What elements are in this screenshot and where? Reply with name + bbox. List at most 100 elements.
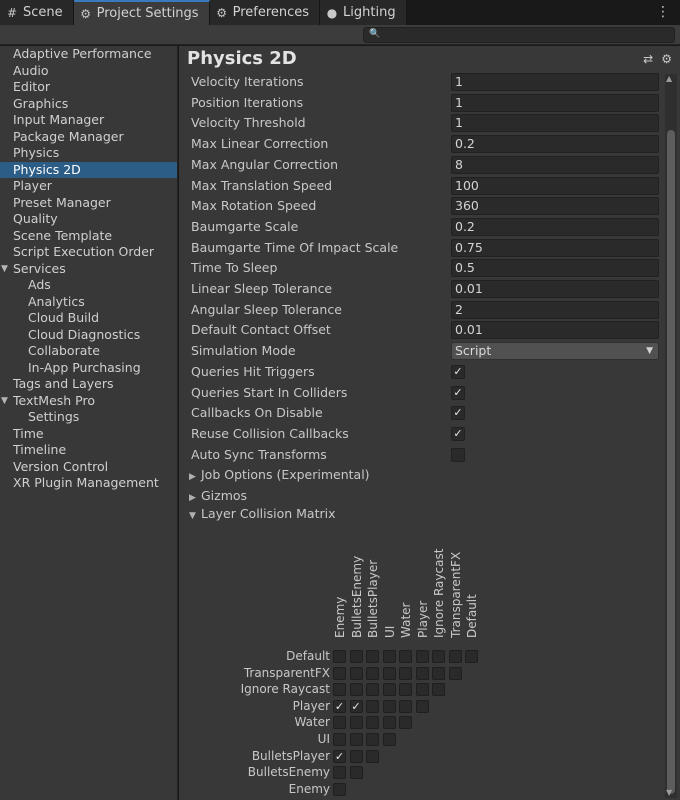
matrix-cell-checkbox[interactable] xyxy=(366,650,379,663)
matrix-cell-checkbox[interactable] xyxy=(465,650,478,663)
sidebar-item-graphics[interactable]: Graphics xyxy=(0,96,177,113)
time-to-sleep-field[interactable]: 0.5 xyxy=(451,259,659,278)
matrix-cell-checkbox[interactable] xyxy=(366,666,379,680)
baumgarte-time-of-impact-scale-field[interactable]: 0.75 xyxy=(451,238,659,257)
matrix-cell-checkbox[interactable] xyxy=(399,666,412,680)
angular-sleep-tolerance-field[interactable]: 2 xyxy=(451,300,659,319)
matrix-cell-checkbox[interactable] xyxy=(382,666,396,680)
matrix-cell-checkbox[interactable] xyxy=(349,733,363,746)
matrix-cell-checkbox[interactable] xyxy=(415,666,429,680)
matrix-cell-checkbox[interactable] xyxy=(399,650,412,663)
sidebar-item-physics[interactable]: Physics xyxy=(0,145,177,162)
matrix-cell-checkbox[interactable] xyxy=(333,782,346,796)
sidebar-item-editor[interactable]: Editor xyxy=(0,79,177,96)
sidebar-item-input-manager[interactable]: Input Manager xyxy=(0,112,177,129)
matrix-cell-checkbox[interactable] xyxy=(333,766,346,780)
sidebar-item-preset-manager[interactable]: Preset Manager xyxy=(0,195,177,212)
sidebar-item-cloud-build[interactable]: Cloud Build xyxy=(0,310,177,327)
auto-sync-transforms-checkbox[interactable] xyxy=(451,447,465,462)
max-translation-speed-field[interactable]: 100 xyxy=(451,176,659,195)
sidebar-item-physics-2d[interactable]: Physics 2D xyxy=(0,161,177,178)
matrix-cell-checkbox[interactable] xyxy=(349,666,363,680)
matrix-cell-checkbox[interactable] xyxy=(333,733,346,746)
matrix-cell-checkbox[interactable] xyxy=(399,699,412,713)
tab-scene[interactable]: # Scene xyxy=(0,0,74,25)
matrix-cell-checkbox[interactable] xyxy=(432,650,445,663)
matrix-cell-checkbox[interactable] xyxy=(415,650,429,663)
matrix-cell-checkbox[interactable] xyxy=(333,683,346,697)
sidebar-item-cloud-diagnostics[interactable]: Cloud Diagnostics xyxy=(0,327,177,344)
simulation-mode-dropdown[interactable]: Script ▼ xyxy=(451,342,659,361)
matrix-cell-checkbox[interactable] xyxy=(399,716,412,730)
foldout-layer-collision-matrix[interactable]: ▼ Layer Collision Matrix xyxy=(189,505,336,523)
search-box[interactable]: 🔍 xyxy=(363,27,675,43)
scrollbar-thumb[interactable] xyxy=(667,130,675,794)
matrix-cell-checkbox[interactable] xyxy=(382,650,396,663)
scroll-down-arrow-icon[interactable]: ▼ xyxy=(666,788,672,797)
matrix-cell-checkbox[interactable] xyxy=(432,683,445,697)
matrix-cell-checkbox[interactable] xyxy=(349,650,363,663)
matrix-cell-checkbox[interactable] xyxy=(366,749,379,763)
matrix-cell-checkbox[interactable] xyxy=(415,699,429,713)
callbacks-on-disable-checkbox[interactable]: ✓ xyxy=(451,406,465,421)
settings-gear-icon[interactable]: ⚙ xyxy=(661,52,672,66)
matrix-cell-checkbox[interactable] xyxy=(333,666,346,680)
position-iterations-field[interactable]: 1 xyxy=(451,93,659,112)
queries-hit-triggers-checkbox[interactable]: ✓ xyxy=(451,364,465,379)
sidebar-item-ads[interactable]: Ads xyxy=(0,277,177,294)
matrix-cell-checkbox[interactable] xyxy=(349,766,363,780)
matrix-cell-checkbox[interactable] xyxy=(349,683,363,697)
expand-arrow-icon[interactable]: ▼ xyxy=(1,261,8,278)
foldout-gizmos[interactable]: ▶ Gizmos xyxy=(189,487,247,505)
preset-icon[interactable]: ⇄ xyxy=(643,52,653,66)
sidebar-item-textmesh-pro[interactable]: ▼ TextMesh Pro xyxy=(0,393,177,410)
foldout-job-options-experimental-[interactable]: ▶ Job Options (Experimental) xyxy=(189,466,370,484)
linear-sleep-tolerance-field[interactable]: 0.01 xyxy=(451,280,659,298)
matrix-cell-checkbox[interactable] xyxy=(366,683,379,697)
sidebar-item-quality[interactable]: Quality xyxy=(0,211,177,228)
sidebar-item-xr-plugin-management[interactable]: XR Plugin Management xyxy=(0,475,177,492)
max-rotation-speed-field[interactable]: 360 xyxy=(451,197,659,216)
matrix-cell-checkbox[interactable] xyxy=(366,699,379,713)
max-linear-correction-field[interactable]: 0.2 xyxy=(451,135,659,154)
tab-project-settings[interactable]: ⚙ Project Settings xyxy=(73,0,210,25)
matrix-cell-checkbox[interactable] xyxy=(399,683,412,697)
matrix-cell-checkbox[interactable] xyxy=(448,666,462,680)
sidebar-item-adaptive-performance[interactable]: Adaptive Performance xyxy=(0,46,177,63)
matrix-cell-checkbox[interactable] xyxy=(333,716,346,730)
matrix-cell-checkbox[interactable] xyxy=(333,650,346,663)
default-contact-offset-field[interactable]: 0.01 xyxy=(451,321,659,340)
baumgarte-scale-field[interactable]: 0.2 xyxy=(451,217,659,236)
reuse-collision-callbacks-checkbox[interactable]: ✓ xyxy=(451,426,465,441)
sidebar-item-scene-template[interactable]: Scene Template xyxy=(0,228,177,245)
matrix-cell-checkbox[interactable]: ✓ xyxy=(333,699,346,713)
sidebar-item-in-app-purchasing[interactable]: In-App Purchasing xyxy=(0,360,177,377)
matrix-cell-checkbox[interactable] xyxy=(366,716,379,730)
velocity-iterations-field[interactable]: 1 xyxy=(451,73,659,91)
search-input[interactable] xyxy=(380,28,670,42)
sidebar-item-player[interactable]: Player xyxy=(0,178,177,195)
matrix-cell-checkbox[interactable]: ✓ xyxy=(333,749,346,763)
matrix-cell-checkbox[interactable] xyxy=(382,699,396,713)
matrix-cell-checkbox[interactable]: ✓ xyxy=(349,699,363,713)
matrix-cell-checkbox[interactable] xyxy=(415,683,429,697)
sidebar-item-version-control[interactable]: Version Control xyxy=(0,459,177,476)
sidebar-item-services[interactable]: ▼ Services xyxy=(0,261,177,278)
sidebar-item-package-manager[interactable]: Package Manager xyxy=(0,129,177,146)
sidebar-item-collaborate[interactable]: Collaborate xyxy=(0,343,177,360)
sidebar-item-audio[interactable]: Audio xyxy=(0,63,177,80)
sidebar-item-time[interactable]: Time xyxy=(0,426,177,443)
matrix-cell-checkbox[interactable] xyxy=(382,716,396,730)
tab-lighting[interactable]: ● Lighting xyxy=(320,0,407,25)
sidebar-item-settings[interactable]: Settings xyxy=(0,409,177,426)
expand-arrow-icon[interactable]: ▼ xyxy=(1,393,8,410)
tab-preferences[interactable]: ⚙ Preferences xyxy=(209,0,321,25)
max-angular-correction-field[interactable]: 8 xyxy=(451,155,659,174)
matrix-cell-checkbox[interactable] xyxy=(349,749,363,763)
more-options-icon[interactable]: ⋮ xyxy=(656,4,670,20)
queries-start-in-colliders-checkbox[interactable]: ✓ xyxy=(451,385,465,400)
matrix-cell-checkbox[interactable] xyxy=(382,733,396,746)
matrix-cell-checkbox[interactable] xyxy=(382,683,396,697)
velocity-threshold-field[interactable]: 1 xyxy=(451,114,659,133)
scroll-up-arrow-icon[interactable]: ▲ xyxy=(666,74,672,83)
